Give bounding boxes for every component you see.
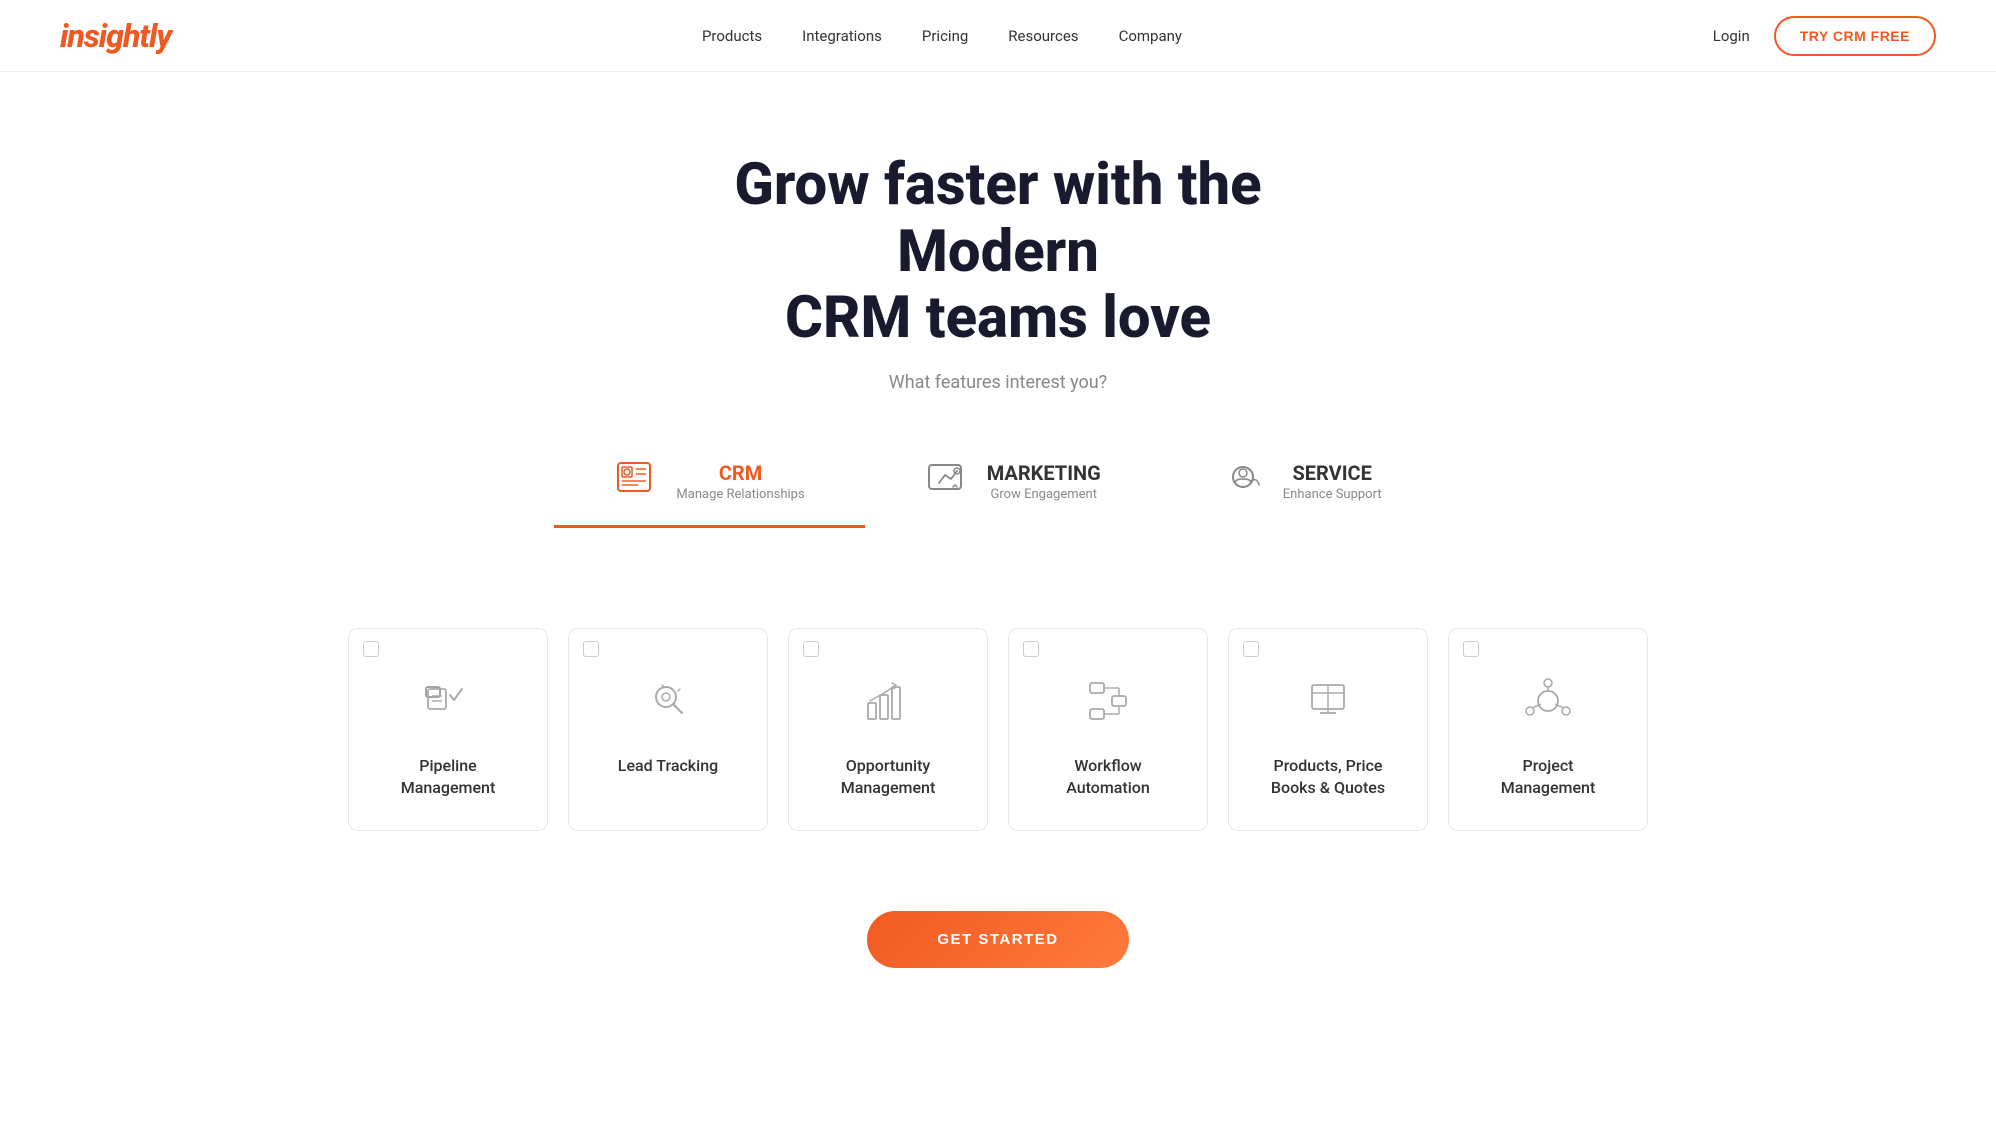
card-project[interactable]: Project Management [1448,628,1648,831]
nav-integrations[interactable]: Integrations [802,27,882,45]
navbar: insightly Products Integrations Pricing … [0,0,1996,72]
service-icon [1221,457,1269,505]
price-books-icon [1302,675,1354,731]
nav-actions: Login TRY CRM FREE [1713,16,1936,56]
card-price-books[interactable]: Products, Price Books & Quotes [1228,628,1428,831]
workflow-icon [1082,675,1134,731]
card-project-label: Project Management [1501,755,1596,800]
opportunity-icon [862,675,914,731]
nav-resources[interactable]: Resources [1008,27,1078,45]
hero-section: Grow faster with the Modern CRM teams lo… [0,72,1996,618]
try-crm-button[interactable]: TRY CRM FREE [1774,16,1936,56]
feature-cards-row: Pipeline Management Lead Tracking [0,618,1996,891]
logo[interactable]: insightly [60,17,171,55]
nav-products[interactable]: Products [702,27,762,45]
cta-section: GET STARTED [0,891,1996,1048]
crm-icon [614,457,662,505]
nav-links: Products Integrations Pricing Resources … [702,26,1182,45]
nav-company[interactable]: Company [1119,27,1182,45]
hero-heading: Grow faster with the Modern CRM teams lo… [648,152,1348,352]
tab-marketing-title: MARKETING [987,461,1101,485]
card-lead-checkbox[interactable] [583,641,599,657]
project-icon [1522,675,1574,731]
nav-pricing[interactable]: Pricing [922,27,968,45]
card-project-checkbox[interactable] [1463,641,1479,657]
tab-service-title: SERVICE [1283,461,1382,485]
card-workflow-label: Workflow Automation [1066,755,1150,800]
card-lead-tracking[interactable]: Lead Tracking [568,628,768,831]
lead-tracking-icon [642,675,694,731]
card-workflow[interactable]: Workflow Automation [1008,628,1208,831]
card-opportunity[interactable]: Opportunity Management [788,628,988,831]
tab-marketing-sub: Grow Engagement [987,487,1101,502]
tab-crm[interactable]: CRM Manage Relationships [554,443,864,528]
card-opportunity-checkbox[interactable] [803,641,819,657]
login-button[interactable]: Login [1713,27,1750,45]
tab-crm-title: CRM [676,461,804,485]
feature-tabs: CRM Manage Relationships MARKETING Grow … [40,443,1956,528]
card-pipeline[interactable]: Pipeline Management [348,628,548,831]
tab-service[interactable]: SERVICE Enhance Support [1161,443,1442,528]
marketing-icon [925,457,973,505]
tab-marketing[interactable]: MARKETING Grow Engagement [865,443,1161,528]
card-price-books-label: Products, Price Books & Quotes [1271,755,1385,800]
card-workflow-checkbox[interactable] [1023,641,1039,657]
get-started-button[interactable]: GET STARTED [867,911,1128,968]
tab-crm-sub: Manage Relationships [676,487,804,502]
card-opportunity-label: Opportunity Management [841,755,936,800]
card-pipeline-checkbox[interactable] [363,641,379,657]
tab-service-sub: Enhance Support [1283,487,1382,502]
hero-subtitle: What features interest you? [40,372,1956,393]
card-pipeline-label: Pipeline Management [401,755,496,800]
card-price-books-checkbox[interactable] [1243,641,1259,657]
card-lead-label: Lead Tracking [618,755,718,777]
pipeline-icon [422,675,474,731]
